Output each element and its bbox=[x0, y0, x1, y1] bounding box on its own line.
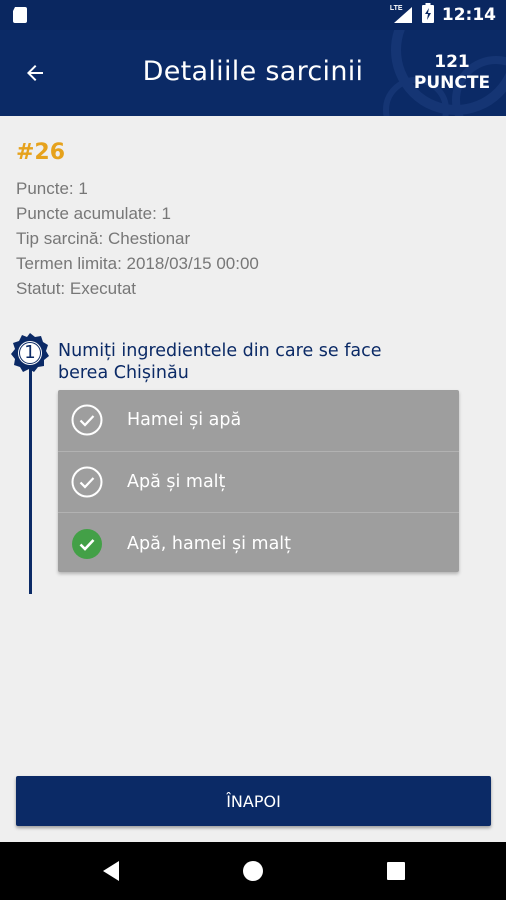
check-circle-outline-icon bbox=[71, 404, 103, 436]
question-timeline bbox=[29, 352, 32, 594]
navigation-bar bbox=[0, 842, 506, 900]
status-icons: LTE 12:14 bbox=[389, 2, 496, 28]
nav-back-icon bbox=[103, 861, 119, 881]
points-value: 121 bbox=[434, 52, 470, 72]
nav-recents-button[interactable] bbox=[381, 856, 411, 886]
network-label: LTE bbox=[389, 5, 403, 12]
detail-status: Statut: Executat bbox=[16, 279, 137, 298]
task-details: Puncte: 1 Puncte acumulate: 1 Tip sarcin… bbox=[16, 176, 259, 301]
sd-card-icon bbox=[12, 7, 28, 23]
detail-accumulated-points: Puncte acumulate: 1 bbox=[16, 204, 171, 223]
task-id: #26 bbox=[16, 140, 66, 165]
question-text: Numiți ingredientele din care se face be… bbox=[58, 341, 382, 383]
check-circle-outline-icon bbox=[71, 466, 103, 498]
answer-label: Apă, hamei și malț bbox=[127, 533, 292, 554]
status-bar: LTE 12:14 bbox=[0, 0, 506, 30]
nav-home-icon bbox=[243, 861, 263, 881]
detail-points: Puncte: 1 bbox=[16, 179, 88, 198]
question-number-badge: 1 bbox=[9, 332, 51, 374]
detail-task-type: Tip sarcină: Chestionar bbox=[16, 229, 191, 248]
answers-list: Hamei și apă Apă și malț Apă, hamei și m… bbox=[58, 390, 459, 572]
nav-home-button[interactable] bbox=[238, 856, 268, 886]
app-bar: Detaliile sarcinii 121 PUNCTE bbox=[0, 30, 506, 116]
nav-recents-icon bbox=[387, 862, 405, 880]
lte-signal-icon: LTE bbox=[389, 5, 414, 24]
answer-option-selected[interactable]: Apă, hamei și malț bbox=[58, 513, 459, 574]
nav-back-button[interactable] bbox=[96, 856, 126, 886]
clock: 12:14 bbox=[441, 5, 496, 25]
battery-charging-icon bbox=[421, 2, 434, 28]
check-circle-filled-icon bbox=[72, 528, 102, 559]
question-number: 1 bbox=[24, 342, 36, 363]
answer-option[interactable]: Apă și malț bbox=[58, 452, 459, 514]
back-button[interactable]: ÎNAPOI bbox=[16, 776, 491, 826]
answer-label: Apă și malț bbox=[127, 472, 226, 493]
detail-deadline: Termen limita: 2018/03/15 00:00 bbox=[16, 254, 259, 273]
points-label: PUNCTE bbox=[413, 73, 491, 93]
answer-label: Hamei și apă bbox=[127, 410, 242, 431]
points-counter: 121 PUNCTE bbox=[412, 52, 492, 94]
answer-option[interactable]: Hamei și apă bbox=[58, 390, 459, 452]
